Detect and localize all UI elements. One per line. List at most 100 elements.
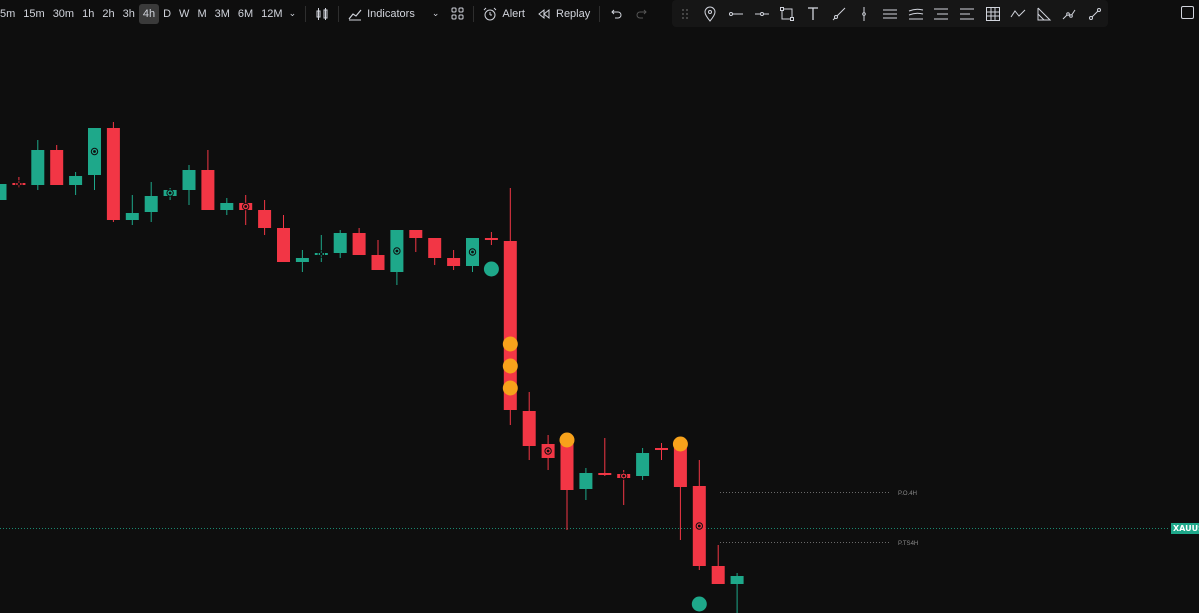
chevron-down-icon[interactable]: ⌄ [289,9,297,18]
alert-button[interactable]: Alert [477,3,531,25]
rectangle-tool[interactable] [775,0,801,27]
fib-extension-tool[interactable] [954,0,980,27]
timeframe-D[interactable]: D [159,4,175,24]
parallel-channel-icon [882,9,897,18]
pitchfork-icon [908,8,923,19]
toolbar-divider [305,5,307,22]
candle-marker-dot [244,205,248,208]
signal-orange-dot [502,380,518,396]
path-tool[interactable] [1057,0,1083,27]
candle-up [730,576,744,584]
indicators-button[interactable]: Indicators ⌄ [342,3,445,25]
drawing-toolbar [672,0,1108,27]
drag-handle-icon [681,8,688,19]
drag-handle-tool[interactable] [672,0,698,27]
timeframe-4h[interactable]: 4h [138,3,160,24]
vertical-line-icon [862,6,867,21]
templates-button[interactable] [445,3,470,25]
redo-button[interactable] [629,3,655,25]
candle-marker-dot [17,182,21,186]
timeframe-6M[interactable]: 6M [234,4,257,24]
timeframe-W[interactable]: W [175,4,193,24]
timeframe-15m[interactable]: 15m [19,4,48,24]
zigzag-tool[interactable] [1005,0,1031,27]
candle-marker-dot [319,252,323,256]
signal-orange-dot [559,432,575,448]
timeframe-30m[interactable]: 30m [49,4,78,24]
timeframe-M[interactable]: M [193,4,210,24]
signal-teal-dot [691,596,707,612]
triangle-icon [1037,7,1051,20]
replay-button[interactable]: Replay [531,3,596,25]
candle-up [295,258,309,262]
ray-tool[interactable] [826,0,852,27]
redo-icon [636,9,647,18]
candle-up [69,176,83,185]
zigzag-icon [1010,9,1026,17]
horizontal-ray-tool[interactable] [749,0,775,27]
rectangle-icon [780,6,795,21]
chart-type-button[interactable] [309,3,335,25]
candle-down [106,128,120,220]
undo-icon [611,9,622,18]
timeframe-1h[interactable]: 1h [78,4,98,24]
templates-grid-icon [451,7,464,20]
candle-down [560,444,574,490]
candle-down [673,448,687,487]
candle-marker-dot [546,449,550,453]
candle-up [579,473,593,489]
signals-layer [483,261,707,612]
symbol-price-tag: XAUUS [1171,523,1199,534]
candle-up [144,196,158,212]
timeframe-12M[interactable]: 12M [257,4,286,24]
text-icon [808,6,819,20]
pin-tool[interactable] [698,0,724,27]
price-chart[interactable]: P.O.4H P.TS4H [0,27,1199,613]
alarm-clock-icon [484,7,497,20]
signal-orange-dot [502,336,518,352]
timeframe-selector: 5m 15m 30m 1h 2h 3h 4h D W M 3M 6M 12M [0,3,287,24]
text-tool[interactable] [800,0,826,27]
triangle-tool[interactable] [1031,0,1057,27]
fullscreen-icon[interactable] [1181,6,1194,19]
timeframe-5m[interactable]: 5m [0,4,19,24]
candle-down [352,233,366,255]
candle-marker-dot [168,191,172,195]
candle-up [182,170,196,190]
rewind-icon [538,8,550,19]
indicators-label: Indicators [367,7,415,20]
pin-icon [704,6,716,22]
candlestick-icon [316,7,328,20]
vertical-line-tool[interactable] [851,0,877,27]
parallel-channel-tool[interactable] [877,0,903,27]
timeframe-3M[interactable]: 3M [211,4,234,24]
candles-layer [0,122,744,613]
candle-up [636,453,650,476]
po4h-label: P.O.4H [898,491,917,497]
replay-label: Replay [556,7,591,20]
undo-button[interactable] [603,3,629,25]
candle-down [655,448,668,450]
timeframe-3h[interactable]: 3h [119,4,139,24]
signal-orange-dot [502,358,518,374]
toolbar-divider [599,5,601,22]
gann-box-icon [985,6,1000,21]
horizontal-ray-icon [754,11,769,16]
candle-up [31,150,45,185]
timeframe-2h[interactable]: 2h [98,4,118,24]
fib-retracement-tool[interactable] [928,0,954,27]
fib-extension-icon [959,8,974,19]
pts4h-label: P.TS4H [898,541,918,547]
trend-line-tool[interactable] [723,0,749,27]
signal-orange-dot [672,436,688,452]
trend-line-icon [729,11,744,16]
candle-marker-dot [697,524,701,528]
candle-up [0,184,7,200]
candle-marker-dot [471,250,474,254]
gann-box-tool[interactable] [980,0,1006,27]
pitchfork-tool[interactable] [903,0,929,27]
candle-down [711,566,725,584]
candle-down [447,258,461,266]
brush-tool[interactable] [1082,0,1108,27]
candle-up [220,203,234,210]
